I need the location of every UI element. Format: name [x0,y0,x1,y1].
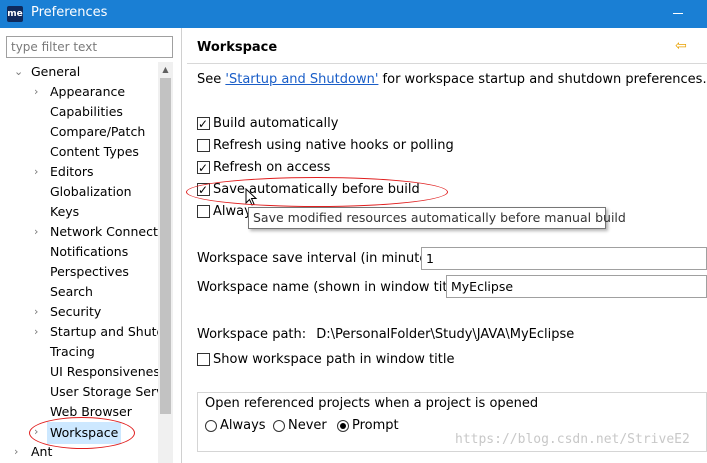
build-automatically-checkbox[interactable] [197,116,210,132]
panel-divider[interactable] [181,28,182,463]
window-title: Preferences [31,5,108,20]
title-separator [187,63,707,64]
chevron-right-icon[interactable]: › [34,82,46,102]
save-interval-label: Workspace save interval (in minutes): [197,251,444,266]
save-before-build-checkbox[interactable] [197,182,210,198]
mouse-cursor-icon [245,188,258,206]
open-projects-title: Open referenced projects when a project … [205,396,539,411]
tooltip: Save modified resources automatically be… [248,207,626,229]
refresh-native-checkbox[interactable] [197,139,210,152]
radio-prompt-button[interactable] [337,420,349,432]
minimize-button[interactable] [667,5,691,21]
show-path-checkbox[interactable] [197,353,210,366]
radio-always-button[interactable] [205,420,217,432]
workspace-path-row: Workspace path: D:\PersonalFolder\Study\… [197,327,575,342]
chevron-right-icon[interactable]: › [34,222,46,242]
startup-hint: See 'Startup and Shutdown' for workspace… [197,72,707,87]
page-title: Workspace [197,40,278,55]
chevron-right-icon[interactable]: › [34,162,46,182]
scroll-thumb[interactable] [160,78,171,414]
always-checkbox[interactable] [197,205,210,218]
chevron-right-icon[interactable]: › [34,302,46,322]
chevron-right-icon[interactable]: › [14,442,26,462]
chevron-right-icon[interactable]: › [34,422,46,442]
refresh-on-access-checkbox[interactable] [197,160,210,176]
filter-input[interactable] [6,36,173,58]
workspace-name-input[interactable] [446,275,707,298]
app-logo-icon: me [7,6,23,22]
workspace-path-value: D:\PersonalFolder\Study\JAVA\MyEclipse [316,327,575,342]
watermark: https://blog.csdn.net/StriveE2 [455,432,690,447]
chevron-down-icon[interactable]: ⌄ [14,62,26,82]
workspace-name-label: Workspace name (shown in window title): [197,280,469,295]
back-arrow-icon[interactable]: ⇦ [675,38,687,54]
tree-scrollbar[interactable]: ▲ [158,62,173,463]
startup-shutdown-link[interactable]: 'Startup and Shutdown' [225,72,378,87]
chevron-right-icon[interactable]: › [34,322,46,342]
title-bar: me Preferences [0,0,707,28]
radio-never-button[interactable] [273,420,285,432]
scroll-up-arrow-icon[interactable]: ▲ [158,62,173,77]
save-interval-input[interactable] [421,247,707,270]
preference-tree: ⌄ General › Appearance Capabilities Comp… [0,62,158,463]
